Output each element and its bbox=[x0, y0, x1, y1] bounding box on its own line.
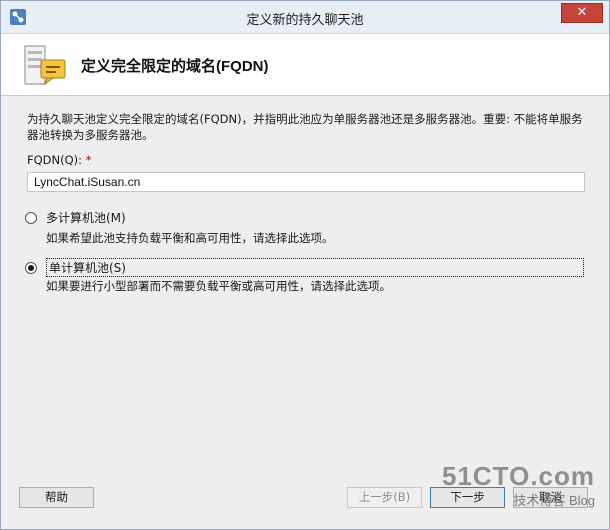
radio-single-computer-pool[interactable] bbox=[25, 261, 37, 274]
option-multi-computer-pool[interactable]: 多计算机池(M) bbox=[25, 209, 126, 226]
fqdn-label-text: FQDN(Q): bbox=[27, 153, 83, 167]
close-button[interactable]: ✕ bbox=[561, 3, 603, 23]
option-label: 多计算机池(M) bbox=[46, 211, 126, 225]
page-description: 为持久聊天池定义完全限定的域名(FQDN)，并指明此池应为单服务器池还是多服务器… bbox=[27, 112, 583, 142]
wizard-window: 定义新的持久聊天池 ✕ 定义完全限定的域名(FQDN) 为持久聊天池定义完全限定… bbox=[0, 0, 610, 530]
back-button[interactable]: 上一步(B) bbox=[347, 487, 422, 508]
required-mark: * bbox=[85, 153, 92, 167]
help-button[interactable]: 帮助 bbox=[19, 487, 94, 508]
option-single-computer-pool[interactable]: 单计算机池(S) bbox=[25, 258, 584, 277]
radio-multi-computer-pool[interactable] bbox=[25, 211, 37, 224]
title-bar: 定义新的持久聊天池 ✕ bbox=[1, 1, 609, 34]
watermark-sub: 技术博客 Blog bbox=[513, 493, 595, 508]
wizard-header: 定义完全限定的域名(FQDN) bbox=[1, 34, 609, 96]
server-chat-icon bbox=[24, 45, 66, 86]
watermark-main: 51CTO.com bbox=[441, 461, 595, 491]
fqdn-field[interactable] bbox=[27, 172, 585, 192]
page-title: 定义完全限定的域名(FQDN) bbox=[81, 58, 269, 75]
option-label: 单计算机池(S) bbox=[46, 258, 584, 277]
watermark: 51CTO.com 技术博客 Blog bbox=[442, 461, 595, 509]
window-title: 定义新的持久聊天池 bbox=[246, 13, 364, 28]
option-description: 如果希望此池支持负载平衡和高可用性，请选择此选项。 bbox=[46, 231, 334, 245]
option-description: 如果要进行小型部署而不需要负载平衡或高可用性，请选择此选项。 bbox=[46, 279, 391, 293]
fqdn-label: FQDN(Q): * bbox=[27, 153, 91, 167]
